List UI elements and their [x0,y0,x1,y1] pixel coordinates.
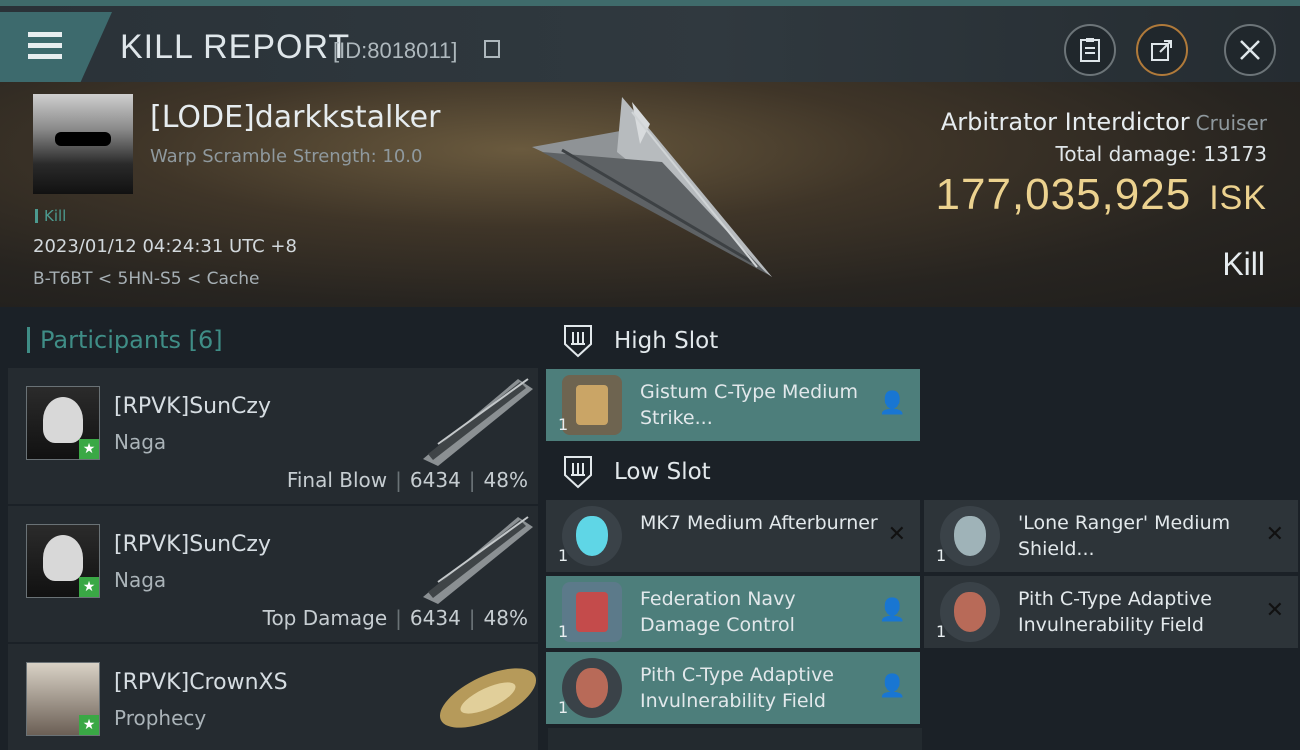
module-item[interactable]: 1 Pith C-Type Adaptive Invulnerability F… [924,576,1298,648]
module-icon [562,658,622,718]
victim-portrait[interactable] [33,94,133,194]
pilot-icon[interactable]: 👤 [879,391,906,416]
isk-amount: 177,035,925 [935,170,1192,219]
module-name: Pith C-Type Adaptive Invulnerability Fie… [1018,588,1212,636]
participant-role: Final Blow [286,468,388,492]
module-name: Pith C-Type Adaptive Invulnerability Fie… [640,664,834,712]
participant-stats: Top Damage | 6434 | 48% [262,606,528,630]
total-damage: Total damage: 13173 [1056,142,1267,166]
menu-button[interactable] [0,12,112,82]
clipboard-button[interactable] [1064,24,1116,76]
participant-damage: 6434 [409,606,461,630]
star-icon: ★ [79,439,99,459]
participant-ship: Prophecy [114,706,207,730]
high-slot-label: High Slot [614,328,719,354]
module-item[interactable]: 1 MK7 Medium Afterburner ✕ [546,500,920,572]
low-slot-header: Low Slot [548,447,922,497]
victim-ship-image[interactable] [522,92,782,292]
participant-name: [RPVK]SunCzy [114,394,271,419]
participant-ship: Naga [114,430,167,454]
module-quantity: 1 [558,698,569,717]
participant-row[interactable]: ★ [RPVK]SunCzy Naga Final Blow | 6434 | 48% [8,368,538,504]
participant-ship-image [423,516,533,604]
high-slot-header: High Slot [548,316,922,366]
participant-percent: 48% [483,468,528,492]
module-quantity: 1 [558,415,569,434]
participant-ship-image [423,378,533,466]
kill-datetime: 2023/01/12 04:24:31 UTC +8 [33,236,297,257]
pilot-icon[interactable]: 👤 [879,598,906,623]
module-item[interactable]: 1 'Lone Ranger' Medium Shield... ✕ [924,500,1298,572]
module-quantity: 1 [936,546,947,565]
participant-role: Top Damage [262,606,388,630]
participant-avatar: ★ [26,386,100,460]
participant-row[interactable]: ★ [RPVK]CrownXS Prophecy [8,644,538,750]
module-name: Gistum C-Type Medium Strike... [640,381,858,429]
participant-percent: 48% [483,606,528,630]
module-name: MK7 Medium Afterburner [640,512,878,534]
page-title: KILL REPORT [120,28,351,66]
kill-id: [ID:8018011] [333,38,458,63]
victim-name[interactable]: [LODE]darkkstalker [150,100,440,135]
module-icon [562,375,622,435]
result-label: Kill [1222,246,1265,282]
close-button[interactable] [1224,24,1276,76]
star-icon: ★ [79,577,99,597]
share-button[interactable] [1136,24,1188,76]
warp-scramble-strength: Warp Scramble Strength: 10.0 [150,146,423,167]
module-name: 'Lone Ranger' Medium Shield... [1018,512,1231,560]
participant-row[interactable]: ★ [RPVK]SunCzy Naga Top Damage | 6434 | 48% [8,506,538,642]
participant-damage: 6434 [409,468,461,492]
isk-value: 177,035,925 ISK [936,170,1268,220]
low-slot-label: Low Slot [614,459,711,485]
module-item[interactable]: 1 Pith C-Type Adaptive Invulnerability F… [546,652,920,724]
participant-avatar: ★ [26,662,100,736]
clipboard-icon [1080,38,1100,62]
destroyed-x-icon: ✕ [1265,522,1284,547]
participant-stats: Final Blow | 6434 | 48% [286,468,528,492]
slot-shield-icon [564,325,592,358]
isk-unit: ISK [1209,179,1267,217]
module-item[interactable]: 1 Gistum C-Type Medium Strike... 👤 [546,369,920,441]
module-quantity: 1 [558,622,569,641]
slot-shield-icon [564,456,592,489]
star-icon: ★ [79,715,99,735]
module-name: Federation Navy Damage Control [640,588,796,636]
module-icon [940,506,1000,566]
participant-name: [RPVK]CrownXS [114,670,288,695]
participant-avatar: ★ [26,524,100,598]
ship-name-text[interactable]: Arbitrator Interdictor [941,108,1190,136]
destroyed-x-icon: ✕ [1265,598,1284,623]
module-icon [940,582,1000,642]
total-damage-label: Total damage: [1055,142,1198,166]
module-quantity: 1 [558,546,569,565]
participants-title: Participants [6] [27,326,223,354]
next-slot-header [548,728,922,750]
participant-name: [RPVK]SunCzy [114,532,271,557]
destroyed-x-icon: ✕ [887,522,906,547]
module-item[interactable]: 1 Federation Navy Damage Control 👤 [546,576,920,648]
close-icon [1240,40,1260,60]
ship-class: Cruiser [1195,111,1267,135]
participant-ship: Naga [114,568,167,592]
kill-location: B-T6BT < 5HN-S5 < Cache [33,269,260,289]
header-bar: KILL REPORT [ID:8018011] [0,6,1300,82]
copy-id-icon[interactable] [484,40,500,58]
participant-ship-image [439,668,537,728]
menu-icon [28,32,62,65]
kill-tag: Kill [35,207,66,225]
victim-ship-name: Arbitrator Interdictor Cruiser [941,108,1267,136]
pilot-icon[interactable]: 👤 [879,674,906,699]
module-icon [562,506,622,566]
share-icon [1151,40,1172,61]
total-damage-value: 13173 [1203,142,1267,166]
module-icon [562,582,622,642]
module-quantity: 1 [936,622,947,641]
